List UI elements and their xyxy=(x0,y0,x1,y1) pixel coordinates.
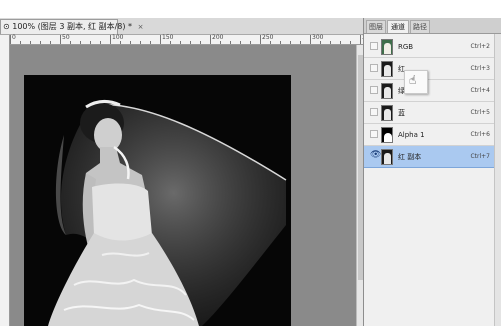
ruler-label: 150 xyxy=(162,34,174,41)
ruler-minor-tick xyxy=(40,41,41,44)
ruler-minor-tick xyxy=(180,41,181,44)
ruler-label: 250 xyxy=(262,34,274,41)
ruler-minor-tick xyxy=(50,41,51,44)
ruler-minor-tick xyxy=(230,41,231,44)
ruler-minor-tick xyxy=(270,41,271,44)
ruler-label: 200 xyxy=(212,34,224,41)
tab-layers[interactable]: 图层 xyxy=(366,20,386,33)
ruler-label: 300 xyxy=(312,34,324,41)
channel-row[interactable]: 绿 Ctrl+4 xyxy=(364,80,501,102)
ruler-minor-tick xyxy=(350,41,351,44)
channel-row[interactable]: RGB Ctrl+2 xyxy=(364,36,501,58)
vertical-ruler xyxy=(0,35,10,326)
top-toolbar-strip xyxy=(0,0,501,19)
channel-row[interactable]: 👁 红 副本 Ctrl+7 xyxy=(364,146,501,168)
ruler-minor-tick xyxy=(140,41,141,44)
channel-name: 蓝 xyxy=(398,109,405,117)
ruler-minor-tick xyxy=(280,41,281,44)
document-tab[interactable]: ⊙ 100% (图层 3 副本, 红 副本/8) * × xyxy=(0,19,143,34)
channel-name: 红 副本 xyxy=(398,153,422,161)
thumbnail-figure xyxy=(384,109,391,120)
ruler-minor-tick xyxy=(240,41,241,44)
channel-thumbnail xyxy=(381,39,393,55)
ruler-minor-tick xyxy=(250,41,251,44)
horizontal-ruler: 050100150200250300350 xyxy=(10,34,373,45)
ruler-minor-tick xyxy=(80,41,81,44)
ruler-minor-tick xyxy=(130,41,131,44)
thumbnail-figure xyxy=(384,153,391,164)
ruler-minor-tick xyxy=(200,41,201,44)
ruler-tick xyxy=(210,35,211,44)
ruler-tick xyxy=(60,35,61,44)
channel-shortcut: Ctrl+3 xyxy=(470,65,490,72)
ruler-minor-tick xyxy=(120,41,121,44)
ruler-minor-tick xyxy=(70,41,71,44)
bodice-shape xyxy=(92,183,152,243)
bride-image xyxy=(48,100,287,326)
panel-scrollbar[interactable] xyxy=(494,34,501,326)
channel-row[interactable]: Alpha 1 Ctrl+6 xyxy=(364,124,501,146)
close-tab-icon[interactable]: × xyxy=(138,21,144,34)
ruler-minor-tick xyxy=(30,41,31,44)
ruler-minor-tick xyxy=(320,41,321,44)
ruler-minor-tick xyxy=(150,41,151,44)
channel-thumbnail xyxy=(381,61,393,77)
visibility-eye-icon[interactable] xyxy=(370,64,378,72)
thumbnail-figure xyxy=(384,43,391,54)
ruler-minor-tick xyxy=(190,41,191,44)
channel-thumbnail xyxy=(381,149,393,165)
document-tab-bar: ⊙ 100% (图层 3 副本, 红 副本/8) * × xyxy=(0,18,363,35)
ruler-minor-tick xyxy=(90,41,91,44)
channel-name: RGB xyxy=(398,43,414,51)
bride-photo[interactable] xyxy=(24,75,291,326)
channel-thumbnail xyxy=(381,127,393,143)
ruler-tick xyxy=(310,35,311,44)
channel-name: Alpha 1 xyxy=(398,131,425,139)
ruler-minor-tick xyxy=(340,41,341,44)
ruler-minor-tick xyxy=(290,41,291,44)
ruler-label: 100 xyxy=(112,34,124,41)
ruler-label: 0 xyxy=(12,34,16,41)
thumbnail-figure xyxy=(384,87,391,98)
ruler-tick xyxy=(10,35,11,44)
thumbnail-figure xyxy=(384,133,392,142)
thumbnail-figure xyxy=(384,65,391,76)
ruler-tick xyxy=(110,35,111,44)
channel-row[interactable]: 蓝 Ctrl+5 xyxy=(364,102,501,124)
ruler-minor-tick xyxy=(20,41,21,44)
tab-channels[interactable]: 通道 xyxy=(387,20,409,33)
ruler-minor-tick xyxy=(300,41,301,44)
ruler-tick xyxy=(260,35,261,44)
channel-shortcut: Ctrl+5 xyxy=(470,109,490,116)
face-shape xyxy=(94,118,122,152)
channel-shortcut: Ctrl+6 xyxy=(470,131,490,138)
visibility-eye-icon[interactable] xyxy=(370,130,378,138)
ruler-tick xyxy=(360,35,361,44)
document-tab-title: ⊙ 100% (图层 3 副本, 红 副本/8) * xyxy=(3,22,133,31)
channel-thumbnail xyxy=(381,105,393,121)
visibility-eye-icon[interactable] xyxy=(370,42,378,50)
ruler-label: 50 xyxy=(62,34,70,41)
ruler-minor-tick xyxy=(170,41,171,44)
channel-shortcut: Ctrl+2 xyxy=(470,43,490,50)
visibility-eye-icon[interactable] xyxy=(370,86,378,94)
panel-tab-bar: 图层 通道 路径 xyxy=(364,18,501,34)
channel-shortcut: Ctrl+7 xyxy=(470,153,490,160)
ruler-tick xyxy=(160,35,161,44)
channels-panel: 图层 通道 路径 RGB Ctrl+2 红 Ctrl+3 绿 Ctrl+4 蓝 Ctrl+5 A… xyxy=(363,18,501,326)
visibility-eye-icon[interactable] xyxy=(370,108,378,116)
channel-shortcut: Ctrl+4 xyxy=(470,87,490,94)
ruler-minor-tick xyxy=(330,41,331,44)
channel-row[interactable]: 红 Ctrl+3 xyxy=(364,58,501,80)
channel-thumbnail xyxy=(381,83,393,99)
ruler-minor-tick xyxy=(220,41,221,44)
hand-cursor-icon: ☝ xyxy=(409,73,417,87)
ruler-minor-tick xyxy=(100,41,101,44)
visibility-eye-icon[interactable]: 👁 xyxy=(370,151,381,160)
tab-paths[interactable]: 路径 xyxy=(410,20,430,33)
